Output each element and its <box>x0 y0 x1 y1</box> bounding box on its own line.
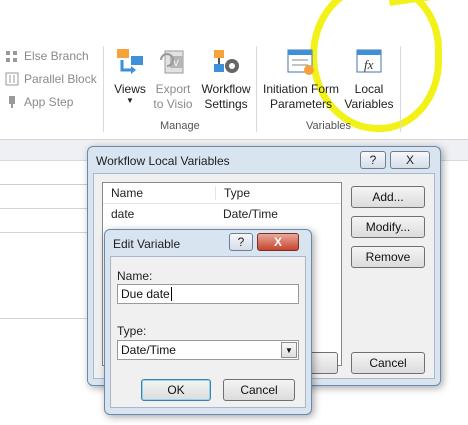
views-label: Views <box>114 82 146 96</box>
type-dropdown[interactable]: Date/Time ▼ <box>117 340 299 360</box>
local-variables-icon: fx <box>356 49 382 73</box>
edit-variable-dialog: Edit Variable ? X Name: Due date Type: D… <box>104 229 312 415</box>
dialog-title: Edit Variable <box>113 237 181 251</box>
else-branch-label: Else Branch <box>24 49 89 63</box>
remove-button[interactable]: Remove <box>351 246 425 268</box>
column-header-name[interactable]: Name <box>103 186 216 200</box>
local-variables-button[interactable]: fx Local Variables <box>342 46 396 112</box>
views-button[interactable]: Views ▼ <box>110 46 150 105</box>
else-branch-button[interactable]: Else Branch <box>4 46 89 66</box>
help-button[interactable]: ? <box>360 151 386 169</box>
list-item[interactable]: date Date/Time <box>103 204 341 224</box>
svg-text:fx: fx <box>364 57 374 72</box>
ribbon-separator <box>400 46 401 132</box>
type-dropdown-value: Date/Time <box>121 343 176 357</box>
workflow-settings-label-line2: Settings <box>204 97 248 111</box>
app-step-label: App Step <box>24 95 74 109</box>
variable-type-cell: Date/Time <box>223 207 278 221</box>
workflow-settings-icon <box>214 50 239 73</box>
list-header: Name Type <box>103 183 341 204</box>
dropdown-arrow-icon: ▼ <box>126 96 134 105</box>
ok-button[interactable]: OK <box>141 379 211 401</box>
initiation-form-label-line2: Parameters <box>269 97 333 111</box>
ribbon-separator <box>103 46 104 132</box>
group-label-variables: Variables <box>306 120 352 132</box>
column-header-type[interactable]: Type <box>216 186 334 200</box>
dialog-body: Name: Due date Type: Date/Time ▼ OK Canc… <box>110 256 306 408</box>
background-divider <box>0 318 96 319</box>
name-field-value: Due date <box>121 287 170 301</box>
background-divider <box>0 208 96 209</box>
close-button[interactable]: X <box>390 151 430 169</box>
background-panel <box>0 184 96 415</box>
group-label-manage: Manage <box>160 120 200 132</box>
dialog-title: Workflow Local Variables <box>96 154 230 168</box>
local-variables-label-line1: Local <box>354 82 384 96</box>
workflow-settings-button[interactable]: Workflow Settings <box>198 46 254 112</box>
workflow-settings-label-line1: Workflow <box>201 82 251 96</box>
close-button[interactable]: X <box>257 233 299 251</box>
else-branch-icon <box>4 49 20 63</box>
export-label-line1: Export <box>155 82 191 96</box>
modify-button[interactable]: Modify... <box>351 216 425 238</box>
text-cursor <box>170 287 172 301</box>
initiation-form-icon <box>287 49 314 75</box>
add-button[interactable]: Add... <box>351 186 425 208</box>
background-divider <box>0 232 96 233</box>
initiation-form-label-line1: Initiation Form <box>262 82 340 96</box>
local-variables-label-line2: Variables <box>344 97 394 111</box>
name-label: Name: <box>117 269 153 283</box>
ribbon-separator <box>256 46 257 132</box>
parallel-block-button[interactable]: Parallel Block <box>4 69 97 89</box>
help-button[interactable]: ? <box>229 233 253 251</box>
initiation-form-parameters-button[interactable]: Initiation Form Parameters <box>258 46 344 112</box>
views-icon <box>117 49 143 74</box>
visio-icon: V <box>160 50 184 74</box>
parallel-block-label: Parallel Block <box>24 72 97 86</box>
type-label: Type: <box>117 324 147 338</box>
app-step-button[interactable]: App Step <box>4 92 73 112</box>
name-field[interactable]: Due date <box>117 284 299 304</box>
chevron-down-icon[interactable]: ▼ <box>281 342 297 358</box>
cancel-button[interactable]: Cancel <box>223 379 295 401</box>
variable-name-cell: date <box>111 207 135 221</box>
cancel-button[interactable]: Cancel <box>351 352 425 374</box>
export-label-line2: to Visio <box>153 97 193 111</box>
app-step-icon <box>4 95 20 109</box>
parallel-block-icon <box>4 72 20 86</box>
export-to-visio-button: V Export to Visio <box>150 46 196 112</box>
